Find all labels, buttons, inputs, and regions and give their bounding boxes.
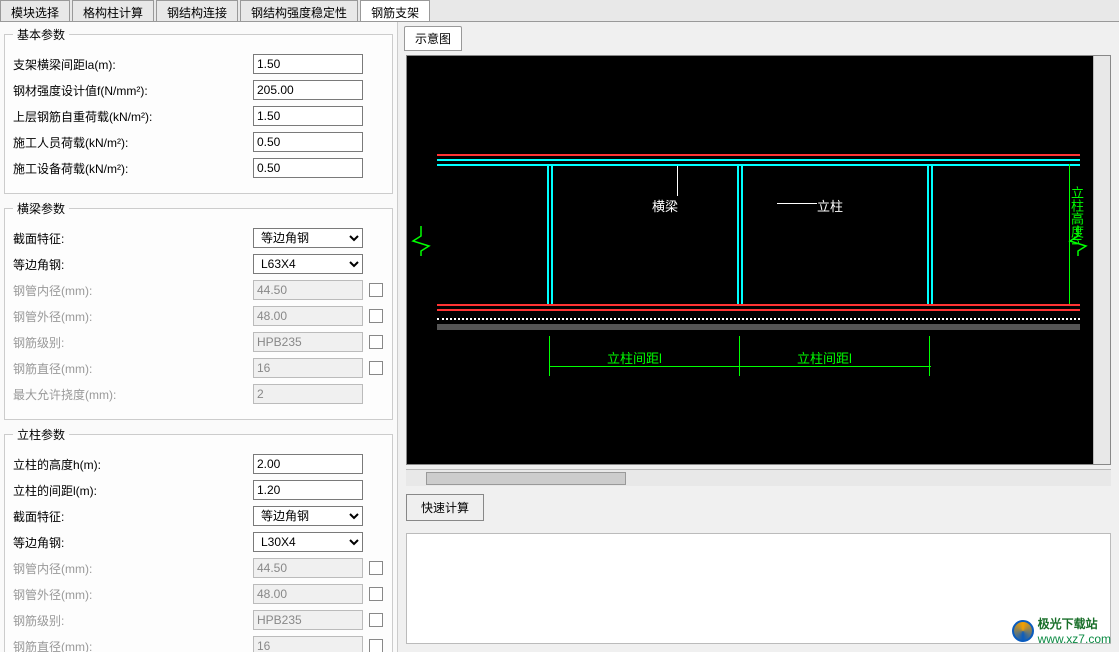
diagram-canvas: 横梁 立柱 立柱间距l 立柱间距l 立柱高度h (406, 55, 1111, 465)
checkbox-beam-pipe-outer[interactable] (369, 309, 383, 323)
scrollbar-horizontal[interactable] (406, 469, 1111, 486)
input-equipment-load[interactable] (253, 158, 363, 178)
input-column-pipe-inner (253, 558, 363, 578)
label-beam-max-deflection: 最大允许挠度(mm): (13, 386, 253, 403)
beam-params-group: 横梁参数 截面特征:等边角钢 等边角钢:L63X4 钢管内径(mm): 钢管外径… (4, 200, 393, 420)
select-beam-section-type[interactable]: 等边角钢 (253, 228, 363, 248)
input-personnel-load[interactable] (253, 132, 363, 152)
diagram-label-height: 立柱高度h (1067, 186, 1086, 245)
input-beam-max-deflection (253, 384, 363, 404)
column-legend: 立柱参数 (13, 426, 69, 443)
input-column-rebar-dia (253, 636, 363, 652)
diagram-bottom-red-line-2 (437, 309, 1080, 311)
input-beam-pipe-inner (253, 280, 363, 300)
dim-tick-3 (929, 336, 930, 376)
watermark-logo-icon (1012, 620, 1034, 642)
label-steel-strength: 钢材强度设计值f(N/mm²): (13, 82, 253, 99)
input-column-pipe-outer (253, 584, 363, 604)
main-tabs: 模块选择 格构柱计算 钢结构连接 钢结构强度稳定性 钢筋支架 (0, 0, 1119, 22)
leader-column (777, 203, 817, 204)
left-panel: 基本参数 支架横梁间距la(m): 钢材强度设计值f(N/mm²): 上层钢筋自… (0, 22, 398, 652)
checkbox-beam-pipe-inner[interactable] (369, 283, 383, 297)
tab-rebar-support[interactable]: 钢筋支架 (360, 0, 430, 21)
input-beam-rebar-dia (253, 358, 363, 378)
diagram-bottom-red-line (437, 304, 1080, 306)
label-column-rebar-dia: 钢筋直径(mm): (13, 638, 253, 652)
label-beam-spacing: 支架横梁间距la(m): (13, 56, 253, 73)
diagram-top-cyan-line (437, 159, 1080, 161)
label-column-section-type: 截面特征: (13, 508, 253, 525)
input-steel-strength[interactable] (253, 80, 363, 100)
output-area (406, 533, 1111, 644)
basic-legend: 基本参数 (13, 26, 69, 43)
tab-steel-connection[interactable]: 钢结构连接 (156, 0, 238, 21)
label-equipment-load: 施工设备荷载(kN/m²): (13, 160, 253, 177)
checkbox-column-rebar-dia[interactable] (369, 639, 383, 652)
label-beam-pipe-inner: 钢管内径(mm): (13, 282, 253, 299)
scrollbar-thumb[interactable] (426, 472, 626, 485)
watermark-text2: www.xz7.com (1038, 632, 1111, 646)
label-column-pipe-inner: 钢管内径(mm): (13, 560, 253, 577)
checkbox-beam-rebar-grade[interactable] (369, 335, 383, 349)
select-column-angle-steel[interactable]: L30X4 (253, 532, 363, 552)
input-column-rebar-grade (253, 610, 363, 630)
label-column-spacing: 立柱的间距l(m): (13, 482, 253, 499)
column-params-group: 立柱参数 立柱的高度h(m): 立柱的间距l(m): 截面特征:等边角钢 等边角… (4, 426, 393, 652)
diagram-label-beam: 横梁 (652, 196, 678, 215)
checkbox-column-pipe-outer[interactable] (369, 587, 383, 601)
break-mark-left-icon (411, 226, 431, 256)
tab-steel-strength[interactable]: 钢结构强度稳定性 (240, 0, 358, 21)
label-rebar-load: 上层钢筋自重荷载(kN/m²): (13, 108, 253, 125)
diagram-column-1b (551, 164, 553, 304)
watermark-text1: 极光下载站 (1038, 615, 1111, 632)
diagram-column-2 (737, 164, 739, 304)
checkbox-beam-rebar-dia[interactable] (369, 361, 383, 375)
calculate-button[interactable]: 快速计算 (406, 494, 484, 521)
label-beam-section-type: 截面特征: (13, 230, 253, 247)
diagram-label-spacing-1: 立柱间距l (607, 348, 662, 367)
tab-diagram[interactable]: 示意图 (404, 26, 462, 51)
tab-lattice-column[interactable]: 格构柱计算 (72, 0, 154, 21)
leader-beam (677, 166, 678, 196)
watermark: 极光下载站 www.xz7.com (1012, 615, 1111, 646)
diagram-column-3 (927, 164, 929, 304)
label-beam-pipe-outer: 钢管外径(mm): (13, 308, 253, 325)
label-column-angle-steel: 等边角钢: (13, 534, 253, 551)
label-beam-angle-steel: 等边角钢: (13, 256, 253, 273)
basic-params-group: 基本参数 支架横梁间距la(m): 钢材强度设计值f(N/mm²): 上层钢筋自… (4, 26, 393, 194)
label-column-rebar-grade: 钢筋级别: (13, 612, 253, 629)
label-beam-rebar-grade: 钢筋级别: (13, 334, 253, 351)
checkbox-column-rebar-grade[interactable] (369, 613, 383, 627)
label-column-height: 立柱的高度h(m): (13, 456, 253, 473)
input-beam-pipe-outer (253, 306, 363, 326)
diagram-ground-dotted (437, 318, 1080, 320)
dim-tick-2 (739, 336, 740, 376)
input-column-spacing[interactable] (253, 480, 363, 500)
diagram-column-2b (741, 164, 743, 304)
input-beam-rebar-grade (253, 332, 363, 352)
diagram-top-red-line (437, 154, 1080, 156)
diagram-ground-hatch (437, 324, 1080, 330)
input-beam-spacing[interactable] (253, 54, 363, 74)
diagram-column-3b (931, 164, 933, 304)
label-personnel-load: 施工人员荷载(kN/m²): (13, 134, 253, 151)
dim-tick-1 (549, 336, 550, 376)
diagram-top-cyan-line-2 (437, 164, 1080, 166)
diagram-label-column: 立柱 (817, 196, 843, 215)
checkbox-column-pipe-inner[interactable] (369, 561, 383, 575)
tab-module-select[interactable]: 模块选择 (0, 0, 70, 21)
diagram-column-1 (547, 164, 549, 304)
right-panel: 示意图 (398, 22, 1119, 652)
select-column-section-type[interactable]: 等边角钢 (253, 506, 363, 526)
diagram-label-spacing-2: 立柱间距l (797, 348, 852, 367)
beam-legend: 横梁参数 (13, 200, 69, 217)
label-beam-rebar-dia: 钢筋直径(mm): (13, 360, 253, 377)
select-beam-angle-steel[interactable]: L63X4 (253, 254, 363, 274)
label-column-pipe-outer: 钢管外径(mm): (13, 586, 253, 603)
input-column-height[interactable] (253, 454, 363, 474)
input-rebar-load[interactable] (253, 106, 363, 126)
